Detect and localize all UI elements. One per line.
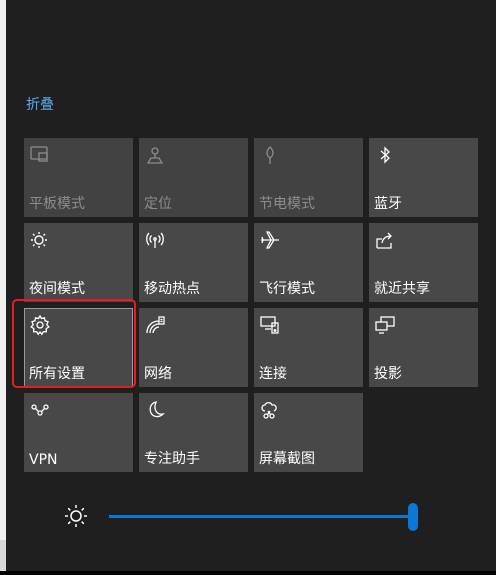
tile-all-settings[interactable]: 所有设置	[24, 308, 133, 387]
tile-label: 移动热点	[144, 281, 200, 297]
brightness-icon	[63, 503, 89, 529]
tile-label: 连接	[259, 366, 287, 382]
tile-nearby-sharing[interactable]: 就近共享	[369, 223, 478, 302]
tile-label: 飞行模式	[259, 281, 315, 297]
tile-label: VPN	[29, 452, 58, 468]
tile-location[interactable]: 定位	[139, 138, 248, 217]
tile-project[interactable]: 投影	[369, 308, 478, 387]
location-icon	[144, 144, 166, 166]
tile-label: 节电模式	[259, 196, 315, 212]
tile-label: 专注助手	[144, 451, 200, 467]
tile-label: 屏幕截图	[259, 451, 315, 467]
nearby-share-icon	[374, 229, 396, 251]
tile-network[interactable]: 网络	[139, 308, 248, 387]
tile-label: 所有设置	[29, 366, 85, 382]
tile-connect[interactable]: 连接	[254, 308, 363, 387]
vpn-icon	[29, 399, 51, 421]
connect-icon	[259, 314, 281, 336]
network-icon	[144, 314, 166, 336]
tile-airplane-mode[interactable]: 飞行模式	[254, 223, 363, 302]
tile-label: 平板模式	[29, 196, 85, 212]
night-light-icon	[29, 229, 51, 251]
tile-tablet-mode[interactable]: 平板模式	[24, 138, 133, 217]
tile-mobile-hotspot[interactable]: 移动热点	[139, 223, 248, 302]
project-icon	[374, 314, 396, 336]
taskbar-edge	[0, 571, 496, 575]
tile-night-light[interactable]: 夜间模式	[24, 223, 133, 302]
tile-label: 定位	[144, 196, 172, 212]
screen-snip-icon	[259, 399, 281, 421]
tile-vpn[interactable]: VPN	[24, 393, 133, 472]
collapse-link[interactable]: 折叠	[26, 94, 54, 114]
tile-focus-assist[interactable]: 专注助手	[139, 393, 248, 472]
battery-saver-icon	[259, 144, 281, 166]
tile-label: 网络	[144, 366, 172, 382]
mobile-hotspot-icon	[144, 229, 166, 251]
bluetooth-icon	[374, 144, 396, 166]
tile-bluetooth[interactable]: 蓝牙	[369, 138, 478, 217]
tile-label: 夜间模式	[29, 281, 85, 297]
tile-label: 蓝牙	[374, 196, 402, 212]
tablet-mode-icon	[29, 144, 51, 166]
settings-gear-icon	[29, 314, 51, 336]
brightness-slider-thumb[interactable]	[408, 503, 418, 531]
tile-battery-saver[interactable]: 节电模式	[254, 138, 363, 217]
airplane-icon	[259, 229, 281, 251]
tile-label: 就近共享	[374, 281, 430, 297]
tile-screen-snip[interactable]: 屏幕截图	[254, 393, 363, 472]
brightness-slider-track[interactable]	[109, 515, 413, 518]
tile-label: 投影	[374, 366, 402, 382]
focus-assist-icon	[144, 399, 166, 421]
